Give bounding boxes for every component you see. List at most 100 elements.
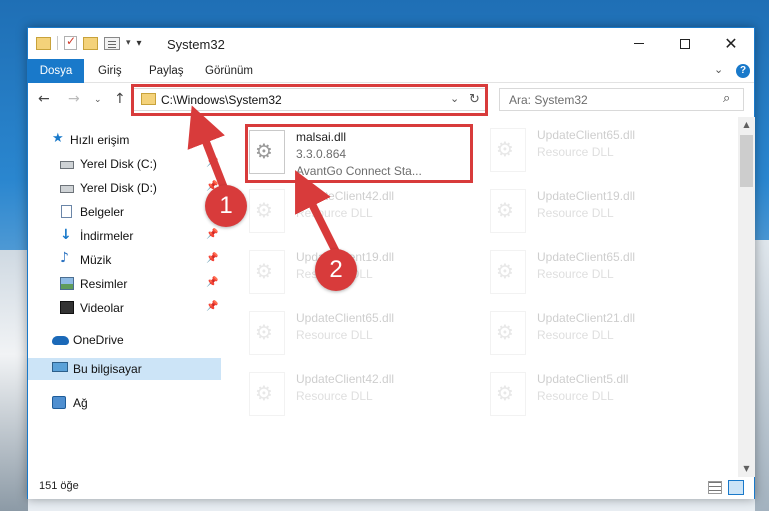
sidebar-item-label: Resimler — [80, 277, 128, 291]
sidebar-item-this-pc[interactable]: Bu bilgisayar — [28, 358, 221, 380]
tab-share[interactable]: Paylaş — [149, 59, 184, 83]
maximize-icon — [680, 38, 690, 49]
file-item[interactable]: UpdateClient19.dll Resource DLL — [246, 244, 471, 302]
file-item[interactable]: UpdateClient65.dll Resource DLL — [487, 122, 712, 180]
sidebar-item-onedrive[interactable]: OneDrive — [28, 329, 221, 351]
close-button[interactable]: ✕ — [708, 28, 754, 59]
large-icons-view-icon[interactable] — [728, 480, 744, 495]
sidebar-item-label: Hızlı erişim — [70, 133, 130, 147]
sidebar-item-quick-access[interactable]: ★ Hızlı erişim — [28, 129, 221, 151]
toolbar-arrow-icon[interactable]: ▾ — [126, 38, 131, 48]
file-name: UpdateClient5.dll — [537, 372, 629, 386]
new-folder-icon[interactable] — [83, 36, 98, 50]
computer-icon — [52, 362, 68, 372]
file-name: UpdateClient65.dll — [537, 128, 636, 142]
pictures-icon — [60, 277, 74, 290]
search-box[interactable]: Ara: System32 ⌕ — [499, 88, 744, 111]
pin-icon: 📌 — [206, 277, 219, 288]
minimize-button[interactable] — [616, 28, 662, 59]
sidebar-item-label: İndirmeler — [80, 229, 134, 243]
videos-icon — [60, 301, 74, 314]
back-button[interactable]: ← — [38, 91, 50, 107]
scrollbar-thumb[interactable] — [740, 135, 753, 187]
close-icon: ✕ — [724, 34, 738, 53]
tab-file[interactable]: Dosya — [28, 59, 84, 83]
file-name: UpdateClient65.dll — [537, 250, 636, 264]
search-input[interactable]: Ara: System32 — [509, 93, 588, 107]
sidebar-item-label: Videolar — [80, 301, 124, 315]
sidebar-item-label: Müzik — [80, 253, 112, 267]
help-icon[interactable]: ? — [736, 64, 750, 78]
onedrive-icon — [52, 336, 69, 345]
file-item[interactable]: UpdateClient65.dll Resource DLL — [487, 244, 712, 302]
music-icon: ♪ — [60, 250, 69, 266]
sidebar-item-local-disk-d[interactable]: Yerel Disk (D:) 📌 — [28, 177, 221, 199]
dll-file-icon — [249, 372, 285, 416]
sidebar-item-downloads[interactable]: ↓ İndirmeler 📌 — [28, 225, 221, 247]
documents-icon — [61, 205, 72, 218]
sidebar-item-label: Yerel Disk (C:) — [80, 157, 157, 171]
dll-file-icon — [249, 311, 285, 355]
maximize-button[interactable] — [662, 28, 708, 59]
navigation-pane: ★ Hızlı erişim Yerel Disk (C:) 📌 Yerel D… — [28, 117, 221, 477]
drive-icon — [60, 185, 74, 193]
quick-access-toolbar: ▾ ▾ — [36, 34, 145, 50]
pin-icon: 📌 — [206, 301, 219, 312]
ribbon: Dosya Giriş Paylaş Görünüm ⌄ ? — [28, 59, 754, 83]
dll-file-icon — [490, 128, 526, 172]
dll-file-icon — [490, 250, 526, 294]
file-name: UpdateClient19.dll — [537, 189, 636, 203]
file-description: Resource DLL — [537, 328, 614, 342]
forward-button[interactable]: → — [68, 91, 80, 107]
sidebar-item-music[interactable]: ♪ Müzik 📌 — [28, 249, 221, 271]
dll-file-icon — [490, 189, 526, 233]
file-description: Resource DLL — [537, 206, 614, 220]
details-view-icon[interactable] — [708, 481, 722, 494]
title-bar: ▾ ▾ System32 ✕ — [28, 28, 754, 59]
search-icon: ⌕ — [723, 91, 731, 106]
address-highlight-box — [131, 84, 488, 116]
file-item[interactable]: UpdateClient21.dll Resource DLL — [487, 305, 712, 363]
dll-file-icon — [490, 311, 526, 355]
desktop-background-left — [0, 250, 28, 511]
properties-check-icon[interactable] — [64, 34, 77, 50]
sidebar-item-videos[interactable]: Videolar 📌 — [28, 297, 221, 319]
callout-step-1: 1 — [205, 185, 247, 227]
recent-locations-icon[interactable]: ⌄ — [94, 95, 102, 105]
pin-icon: 📌 — [206, 157, 219, 168]
toolbar-divider — [57, 36, 58, 50]
network-icon — [52, 396, 66, 409]
desktop-background-right — [755, 240, 769, 511]
dll-file-icon — [490, 372, 526, 416]
sidebar-item-label: Yerel Disk (D:) — [80, 181, 157, 195]
sidebar-item-pictures[interactable]: Resimler 📌 — [28, 273, 221, 295]
dll-file-icon — [249, 250, 285, 294]
file-item[interactable]: UpdateClient65.dll Resource DLL — [246, 305, 471, 363]
item-count: 151 öğe — [39, 480, 79, 492]
tab-home[interactable]: Giriş — [98, 59, 122, 83]
expand-ribbon-icon[interactable]: ⌄ — [714, 63, 723, 76]
vertical-scrollbar[interactable]: ▲ ▼ — [738, 117, 755, 477]
sidebar-item-documents[interactable]: Belgeler 📌 — [28, 201, 221, 223]
sidebar-item-label: Bu bilgisayar — [73, 362, 142, 376]
up-button[interactable]: ↑ — [114, 91, 126, 107]
file-description: Resource DLL — [296, 389, 373, 403]
file-item[interactable]: UpdateClient5.dll Resource DLL — [487, 366, 712, 424]
folder-icon — [36, 36, 51, 50]
properties-icon[interactable] — [104, 36, 120, 50]
sidebar-item-network[interactable]: Ağ — [28, 392, 221, 414]
minimize-icon — [634, 43, 644, 44]
file-item[interactable]: UpdateClient42.dll Resource DLL — [246, 183, 471, 241]
customize-toolbar-dropdown-icon[interactable]: ▾ — [137, 38, 145, 49]
pin-icon: 📌 — [206, 229, 219, 240]
file-name: UpdateClient42.dll — [296, 189, 395, 203]
file-item[interactable]: UpdateClient19.dll Resource DLL — [487, 183, 712, 241]
tab-view[interactable]: Görünüm — [205, 59, 253, 83]
scroll-up-icon[interactable]: ▲ — [738, 117, 755, 133]
drive-icon — [60, 161, 74, 169]
scroll-down-icon[interactable]: ▼ — [738, 461, 755, 477]
sidebar-item-local-disk-c[interactable]: Yerel Disk (C:) 📌 — [28, 153, 221, 175]
sidebar-item-label: Ağ — [73, 396, 88, 410]
file-item[interactable]: UpdateClient42.dll Resource DLL — [246, 366, 471, 424]
status-bar: 151 öğe — [28, 477, 754, 499]
